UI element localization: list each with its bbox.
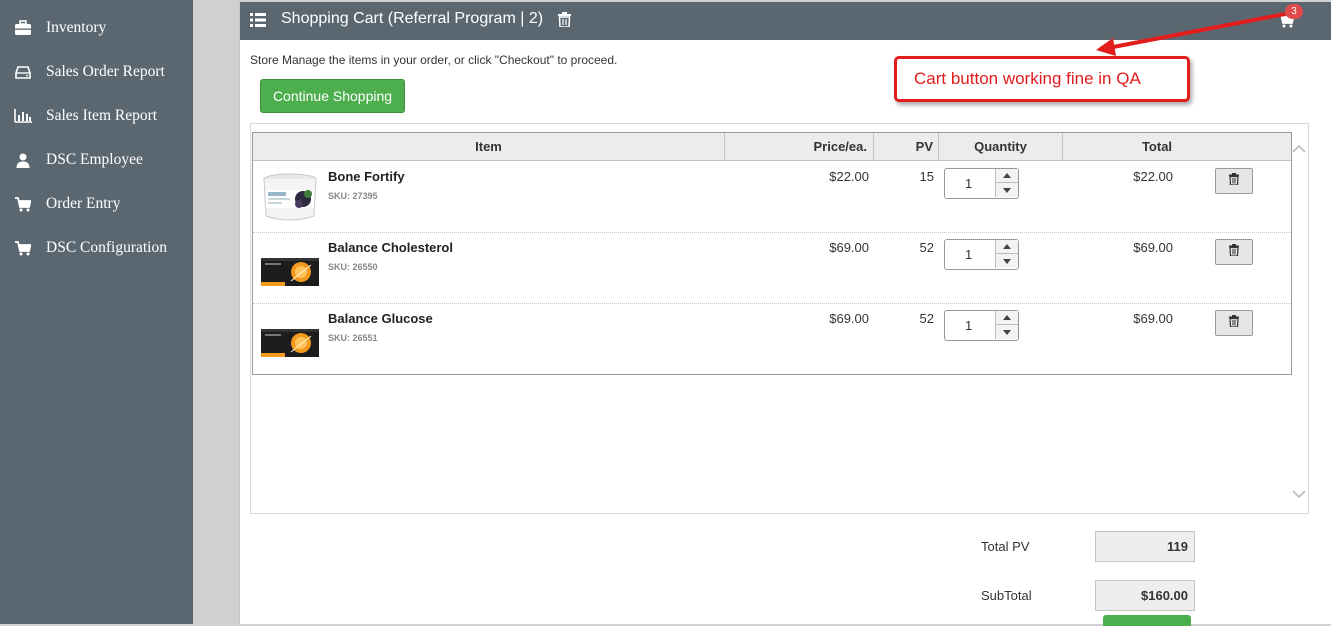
sidebar-item-label: Order Entry xyxy=(46,195,121,212)
panel-header: Shopping Cart (Referral Program | 2) 3 xyxy=(240,2,1331,40)
pv-value: 52 xyxy=(919,240,934,255)
sidebar-item-label: Sales Item Report xyxy=(46,107,158,124)
increment-icon[interactable] xyxy=(995,311,1018,325)
trash-icon[interactable] xyxy=(558,12,571,32)
table-row: Bone Fortify SKU: 27395 $22.00 15 $22.00 xyxy=(253,162,1291,233)
scroll-up-icon[interactable] xyxy=(1292,140,1306,158)
line-total: $22.00 xyxy=(1133,169,1173,184)
unit-price: $22.00 xyxy=(829,169,869,184)
sidebar-item-order-entry[interactable]: Order Entry xyxy=(0,182,193,226)
product-sku: SKU: 26551 xyxy=(328,333,378,343)
trash-icon xyxy=(1229,172,1239,190)
instructions-text: Store Manage the items in your order, or… xyxy=(250,53,618,67)
trash-icon xyxy=(1229,314,1239,332)
product-sku: SKU: 26550 xyxy=(328,262,378,272)
table-header: Item Price/ea. PV Quantity Total xyxy=(253,133,1291,161)
cart-icon xyxy=(0,196,46,212)
increment-icon[interactable] xyxy=(995,169,1018,183)
continue-shopping-button[interactable]: Continue Shopping xyxy=(260,79,405,113)
cart-icon xyxy=(0,240,46,256)
table-row: Balance Glucose SKU: 26551 $69.00 52 $69… xyxy=(253,304,1291,375)
list-icon xyxy=(250,13,266,32)
cart-scroll-area[interactable]: Item Price/ea. PV Quantity Total Bone Fo… xyxy=(250,123,1309,514)
sidebar-item-dsc-configuration[interactable]: DSC Configuration xyxy=(0,226,193,270)
hdd-icon xyxy=(0,65,46,79)
page-title: Shopping Cart (Referral Program | 2) xyxy=(281,10,544,27)
cart-count-badge[interactable]: 3 xyxy=(1285,4,1303,19)
quantity-input[interactable] xyxy=(945,240,993,269)
column-header-item: Item xyxy=(253,133,725,161)
pv-value: 52 xyxy=(919,311,934,326)
product-image xyxy=(261,312,319,368)
line-total: $69.00 xyxy=(1133,240,1173,255)
table-row: Balance Cholesterol SKU: 26550 $69.00 52… xyxy=(253,233,1291,304)
line-total: $69.00 xyxy=(1133,311,1173,326)
sidebar-item-dsc-employee[interactable]: DSC Employee xyxy=(0,138,193,182)
trash-icon xyxy=(1229,243,1239,261)
sidebar-item-inventory[interactable]: Inventory xyxy=(0,6,193,50)
product-image xyxy=(261,170,319,226)
decrement-icon[interactable] xyxy=(995,254,1018,268)
sidebar-item-sales-item-report[interactable]: Sales Item Report xyxy=(0,94,193,138)
total-pv-value: 119 xyxy=(1095,531,1195,562)
sidebar-item-label: Sales Order Report xyxy=(46,63,165,80)
unit-price: $69.00 xyxy=(829,311,869,326)
product-image xyxy=(261,241,319,297)
pv-value: 15 xyxy=(919,169,934,184)
quantity-input[interactable] xyxy=(945,169,993,198)
quantity-stepper[interactable] xyxy=(944,168,1019,199)
column-header-total: Total xyxy=(1141,139,1173,154)
bar-chart-icon xyxy=(0,109,46,123)
column-header-quantity: Quantity xyxy=(939,133,1063,161)
product-sku: SKU: 27395 xyxy=(328,191,378,201)
shopping-cart-panel: Shopping Cart (Referral Program | 2) 3 S… xyxy=(239,2,1331,626)
decrement-icon[interactable] xyxy=(995,325,1018,339)
increment-icon[interactable] xyxy=(995,240,1018,254)
decrement-icon[interactable] xyxy=(995,183,1018,197)
content-gutter xyxy=(193,0,239,624)
subtotal-value: $160.00 xyxy=(1095,580,1195,611)
quantity-stepper[interactable] xyxy=(944,239,1019,270)
checkout-button[interactable] xyxy=(1103,615,1191,626)
sidebar-item-label: Inventory xyxy=(46,19,107,36)
unit-price: $69.00 xyxy=(829,240,869,255)
sidebar-item-label: DSC Configuration xyxy=(46,239,167,256)
scroll-down-icon[interactable] xyxy=(1292,486,1306,504)
remove-item-button[interactable] xyxy=(1215,239,1253,265)
briefcase-icon xyxy=(0,20,46,36)
sidebar-item-sales-order-report[interactable]: Sales Order Report xyxy=(0,50,193,94)
column-header-price: Price/ea. xyxy=(725,133,874,161)
subtotal-label: SubTotal xyxy=(981,588,1032,603)
cart-table: Item Price/ea. PV Quantity Total Bone Fo… xyxy=(252,132,1292,375)
sidebar: Inventory Sales Order Report Sales Item … xyxy=(0,0,193,624)
remove-item-button[interactable] xyxy=(1215,310,1253,336)
product-name: Balance Glucose xyxy=(328,311,433,326)
user-icon xyxy=(0,153,46,168)
column-header-pv: PV xyxy=(874,133,939,161)
product-name: Balance Cholesterol xyxy=(328,240,453,255)
remove-item-button[interactable] xyxy=(1215,168,1253,194)
total-pv-label: Total PV xyxy=(981,539,1030,554)
quantity-stepper[interactable] xyxy=(944,310,1019,341)
product-name: Bone Fortify xyxy=(328,169,405,184)
sidebar-item-label: DSC Employee xyxy=(46,151,143,168)
annotation-callout: Cart button working fine in QA xyxy=(894,56,1190,102)
quantity-input[interactable] xyxy=(945,311,993,340)
